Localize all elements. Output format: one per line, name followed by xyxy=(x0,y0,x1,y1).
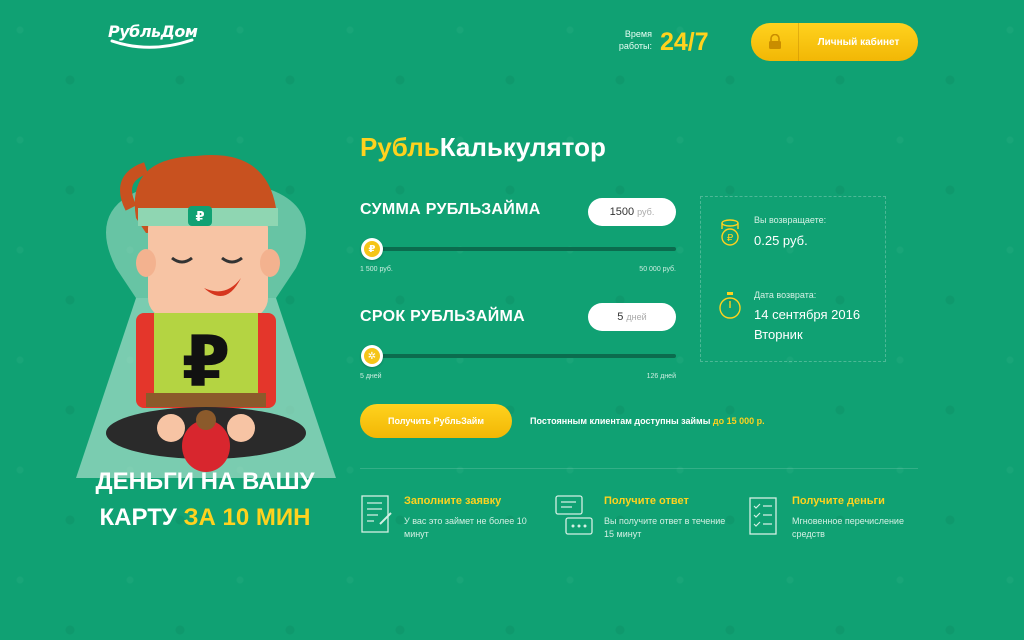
return-date-label: Дата возврата: xyxy=(754,290,817,300)
return-weekday-value: Вторник xyxy=(754,327,803,342)
return-date-value: 14 сентября 2016 xyxy=(754,307,861,322)
stopwatch-icon xyxy=(719,292,741,319)
step-get-money: Получите деньги Мгновенное перечисление … xyxy=(748,494,938,544)
calculator-title-accent: Рубль xyxy=(360,132,440,162)
svg-text:₽: ₽ xyxy=(195,210,204,225)
loan-summary-box: ₽ Вы возвращаете: 0.25 руб. Дата возврат… xyxy=(700,196,886,362)
logo[interactable]: РубльДом xyxy=(108,22,198,50)
section-divider xyxy=(360,468,918,469)
amount-unit: руб. xyxy=(637,207,655,217)
amount-input[interactable]: 1500 руб. xyxy=(588,198,676,226)
coins-icon: ₽ xyxy=(721,219,739,246)
svg-text:₽: ₽ xyxy=(727,233,734,244)
lock-icon xyxy=(751,23,799,61)
promo-line-2-plain: карту xyxy=(99,504,184,531)
term-min-label: 5 дней xyxy=(360,373,382,380)
term-unit: дней xyxy=(626,312,647,322)
svg-text:₽: ₽ xyxy=(182,321,231,403)
promo-line-1: Деньги на вашу xyxy=(95,468,315,495)
step-3-title: Получите деньги xyxy=(792,495,885,507)
amount-max-label: 50 000 руб. xyxy=(639,266,676,273)
ruble-coin-icon: ₽ xyxy=(364,241,380,257)
calculator-title: РубльКалькулятор xyxy=(360,132,606,163)
amount-min-label: 1 500 руб. xyxy=(360,266,393,273)
chat-icon xyxy=(555,495,593,535)
step-get-answer: Получите ответ Вы получите ответ в течен… xyxy=(554,494,744,544)
regular-clients-text: Постоянным клиентам доступны займы xyxy=(530,416,713,426)
form-icon xyxy=(361,495,392,533)
gear-coin-icon: ✲ xyxy=(364,348,380,364)
promo-line-2-accent: за 10 мин xyxy=(183,504,311,531)
term-slider-track[interactable] xyxy=(372,354,676,358)
work-time-label: Время работы: xyxy=(618,29,652,51)
term-value: 5 xyxy=(617,311,624,323)
amount-slider-track[interactable] xyxy=(372,247,676,251)
term-input[interactable]: 5 дней xyxy=(588,303,676,331)
term-label: СРОК РУБЛЬЗАЙМА xyxy=(360,308,525,325)
mascot-illustration: ₽ ₽ xyxy=(76,155,336,478)
step-1-title: Заполните заявку xyxy=(404,495,502,507)
personal-account-button[interactable]: Личный кабинет xyxy=(751,23,918,61)
promo-line-2: карту за 10 мин xyxy=(74,500,336,536)
promo-headline: Деньги на вашу карту за 10 мин xyxy=(74,464,336,536)
term-slider-handle[interactable]: ✲ xyxy=(361,345,383,367)
returns-label: Вы возвращаете: xyxy=(754,215,827,225)
step-1-text: У вас это займет не более 10 минут xyxy=(404,516,527,539)
step-fill-form: Заполните заявку У вас это займет не бол… xyxy=(360,494,550,544)
regular-clients-limit: до 15 000 р. xyxy=(712,416,765,426)
personal-account-label: Личный кабинет xyxy=(817,36,900,48)
amount-value: 1500 xyxy=(609,206,635,218)
work-time-value: 24/7 xyxy=(660,28,709,56)
regular-clients-note: Постоянным клиентам доступны займы до 15… xyxy=(530,416,765,426)
amount-slider-handle[interactable]: ₽ xyxy=(361,238,383,260)
amount-label: СУММА РУБЛЬЗАЙМА xyxy=(360,201,541,218)
get-loan-button[interactable]: Получить РубльЗайм xyxy=(360,404,512,438)
term-max-label: 126 дней xyxy=(646,373,676,380)
step-2-text: Вы получите ответ в течение 15 минут xyxy=(604,516,726,539)
checklist-icon xyxy=(749,497,777,535)
step-3-text: Мгновенное перечисление средств xyxy=(792,516,904,539)
returns-value: 0.25 руб. xyxy=(754,233,808,248)
calculator-title-plain: Калькулятор xyxy=(439,132,606,162)
step-2-title: Получите ответ xyxy=(604,495,689,507)
logo-wave-icon xyxy=(110,38,194,49)
